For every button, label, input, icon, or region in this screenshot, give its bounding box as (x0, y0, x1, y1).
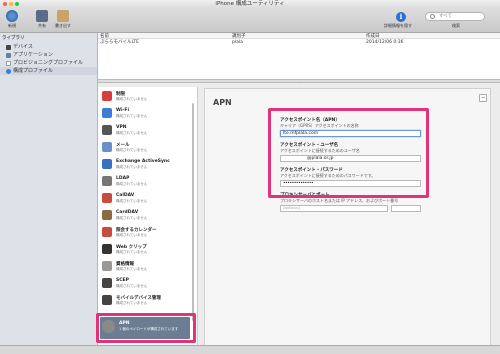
payload-item-mdm[interactable]: モバイルデバイス管理 構成されていません (102, 294, 194, 309)
column-created[interactable]: 作成日 (366, 33, 500, 39)
payload-item-vpn[interactable]: VPN 構成されていません (102, 124, 194, 139)
proxy-server-field[interactable]: [optional] (280, 205, 388, 212)
mdm-icon (102, 295, 112, 305)
payload-status: 構成されていません (116, 114, 148, 118)
payload-status: 構成されていません (116, 301, 148, 305)
share-icon (36, 10, 48, 22)
payload-title: Exchange ActiveSync (116, 159, 170, 164)
share-button[interactable]: 共有 (33, 10, 51, 29)
payload-item-mail[interactable]: メール 構成されていません (102, 141, 194, 156)
window-controls (3, 2, 19, 6)
payload-title: SCEP (116, 278, 129, 283)
wifi-icon (102, 108, 112, 118)
payload-title: LDAP (116, 176, 130, 181)
payload-title: Wi-Fi (116, 108, 129, 113)
search-input[interactable]: すべて (425, 12, 485, 21)
sidebar-header: ライブラリ (2, 36, 25, 41)
new-button[interactable]: 新規 (3, 10, 21, 29)
sidebar-item-config-profiles[interactable]: 構成プロファイル (0, 67, 97, 75)
sidebar-item-applications[interactable]: アプリケーション (0, 51, 97, 59)
app-icon (6, 52, 11, 58)
table-row[interactable]: ぷららモバイルLTE plala 2014/12/06 0:36 (98, 39, 500, 46)
sidebar-item-devices[interactable]: デバイス (0, 43, 97, 51)
window-title: iPhone 構成ユーティリティ (215, 1, 285, 7)
column-name[interactable]: 名前 (98, 33, 232, 39)
hide-info-label[interactable]: 詳細情報を隠す (384, 23, 412, 29)
search-icon (430, 14, 435, 19)
payload-status: 構成されていません (116, 148, 148, 152)
export-box-icon (57, 10, 69, 22)
gear-add-icon (6, 10, 18, 22)
panel-title: APN (213, 98, 232, 107)
payload-status: 構成されていません (116, 250, 148, 254)
payload-status: 構成されていません (116, 233, 148, 237)
remove-payload-button[interactable]: − (479, 94, 487, 102)
payload-title: CardDAV (116, 210, 139, 215)
payload-item-subscribed-calendar[interactable]: 照会するカレンダー 構成されていません (102, 226, 194, 241)
device-icon (6, 44, 11, 50)
payload-item-ldap[interactable]: LDAP 構成されていません (102, 175, 194, 190)
row-name: ぷららモバイルLTE (100, 40, 139, 45)
proxy-port-field[interactable] (391, 205, 421, 212)
payload-item-caldav[interactable]: CalDAV 構成されていません (102, 192, 194, 207)
payload-item-webclip[interactable]: Web クリップ 構成されていません (102, 243, 194, 258)
sidebar: ライブラリ デバイス アプリケーション プロビジョニングプロファイル 構成プロフ… (0, 33, 98, 354)
column-identifier[interactable]: 識別子 (232, 33, 366, 39)
payload-title: VPN (116, 125, 127, 130)
search-label: 検索 (452, 23, 460, 28)
payload-item-carddav[interactable]: CardDAV 構成されていません (102, 209, 194, 224)
payload-status: 構成されていません (116, 182, 148, 186)
webclip-icon (102, 244, 112, 254)
apn-fields-highlight (268, 108, 429, 198)
payload-item-restrictions[interactable]: 制限 構成されていません (102, 90, 194, 105)
payload-status: 構成されていません (116, 199, 148, 203)
subscribed-calendar-icon (102, 227, 112, 237)
payload-status: 構成されていません (116, 165, 148, 169)
carddav-icon (102, 210, 112, 220)
exchange-icon (102, 159, 112, 169)
payload-status: 構成されていません (116, 267, 148, 271)
sidebar-item-provisioning[interactable]: プロビジョニングプロファイル (0, 59, 97, 67)
status-bar (0, 345, 500, 354)
close-window-button[interactable] (3, 2, 7, 6)
row-identifier: plala (232, 40, 243, 45)
mail-icon (102, 142, 112, 152)
payload-item-wifi[interactable]: Wi-Fi 構成されていません (102, 107, 194, 122)
profile-list: 名前 識別子 作成日 ぷららモバイルLTE plala 2014/12/06 0… (98, 33, 500, 79)
payload-status: 構成されていません (116, 131, 148, 135)
payload-item-credentials[interactable]: 資格情報 構成されていません (102, 260, 194, 275)
apn-payload-highlight (96, 313, 196, 343)
info-icon[interactable]: i (396, 12, 406, 22)
payload-item-scep[interactable]: SCEP 構成されていません (102, 277, 194, 292)
proxy-desc: プロキシサーバのホスト名または IP アドレス、およびポート番号 (280, 198, 399, 203)
title-bar: iPhone 構成ユーティリティ (0, 0, 500, 8)
provisioning-icon (6, 60, 11, 66)
payload-status: 構成されていません (116, 284, 148, 288)
scep-icon (102, 278, 112, 288)
minimize-window-button[interactable] (9, 2, 13, 6)
zoom-window-button[interactable] (15, 2, 19, 6)
payload-item-exchange[interactable]: Exchange ActiveSync 構成されていません (102, 158, 194, 173)
restrictions-icon (102, 91, 112, 101)
payload-status: 構成されていません (116, 216, 148, 220)
payload-title: CalDAV (116, 193, 135, 198)
row-created: 2014/12/06 0:36 (366, 40, 404, 45)
credentials-icon (102, 261, 112, 271)
ldap-icon (102, 176, 112, 186)
payload-status: 構成されていません (116, 97, 148, 101)
caldav-icon (102, 193, 112, 203)
config-profile-icon (6, 68, 11, 74)
export-button[interactable]: 書き出す (54, 10, 72, 29)
toolbar: 新規 共有 書き出す i 詳細情報を隠す すべて 検索 (0, 8, 500, 33)
vpn-icon (102, 125, 112, 135)
